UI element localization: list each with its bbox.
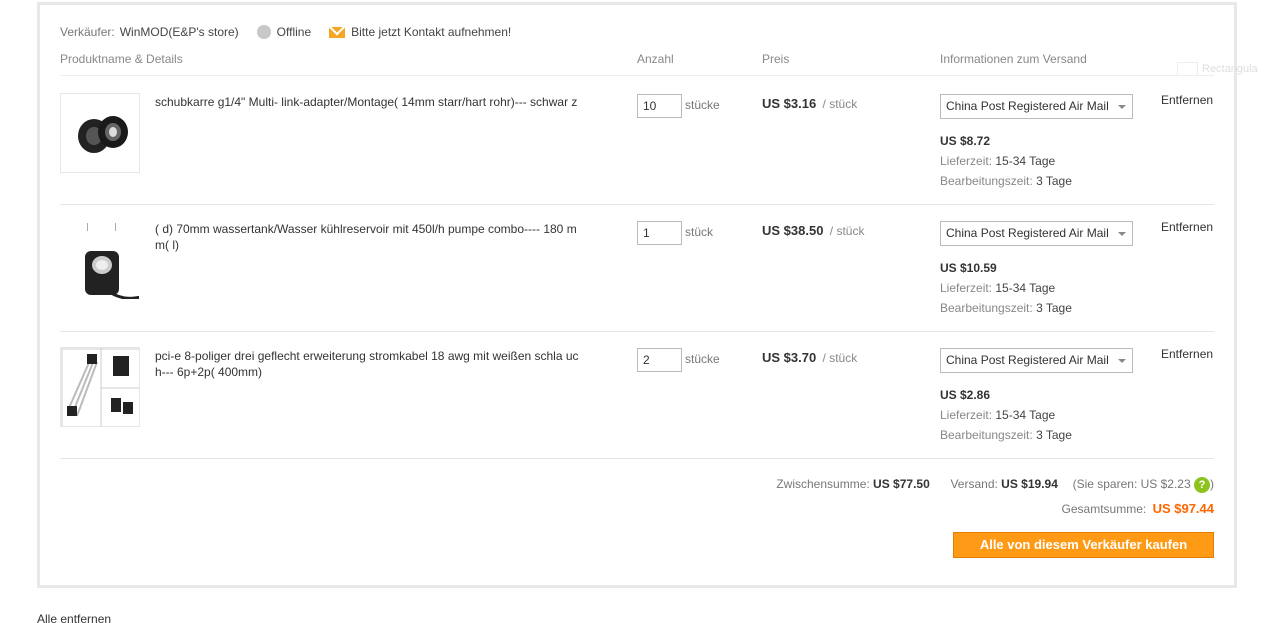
- processing-time-label: Bearbeitungszeit:: [940, 301, 1033, 315]
- price-per-unit: / stück: [822, 351, 858, 365]
- shipping-total-value: US $19.94: [1001, 477, 1058, 492]
- seller-name[interactable]: WinMOD(E&P's store): [120, 25, 239, 39]
- price-per-unit: / stück: [829, 224, 865, 238]
- processing-time-label: Bearbeitungszeit:: [940, 174, 1033, 188]
- quantity-input[interactable]: [637, 94, 682, 118]
- processing-time-value: 3 Tage: [1036, 428, 1072, 442]
- column-header-product: Produktname & Details: [60, 52, 183, 66]
- subtotal-value: US $77.50: [873, 477, 930, 492]
- remove-all-link[interactable]: Alle entfernen: [37, 612, 111, 623]
- column-header-price: Preis: [762, 52, 790, 66]
- delivery-time: Lieferzeit: 15-34 Tage: [940, 281, 1055, 295]
- cart-item-row: pci-e 8-poliger drei geflecht erweiterun…: [60, 332, 1214, 459]
- seller-cart-panel: Verkäufer: WinMOD(E&P's store) Offline B…: [37, 2, 1237, 588]
- processing-time: Bearbeitungszeit: 3 Tage: [940, 301, 1072, 315]
- price-amount: US $3.70: [762, 350, 817, 365]
- grand-total: Gesamtsumme: US $97.44: [1062, 501, 1214, 516]
- processing-time: Bearbeitungszeit: 3 Tage: [940, 428, 1072, 442]
- seller-label: Verkäufer:: [60, 25, 115, 39]
- shipping-cost: US $2.86: [940, 388, 991, 402]
- mail-icon[interactable]: [329, 26, 346, 38]
- chevron-down-icon: [1118, 232, 1126, 236]
- ghost-rectangle-icon: [1177, 62, 1198, 76]
- shipping-method-select[interactable]: China Post Registered Air Mail: [940, 348, 1133, 373]
- ghost-rectangle-label: Rectangula: [1177, 62, 1258, 76]
- quantity-unit: stück: [685, 225, 714, 239]
- shipping-method-select[interactable]: China Post Registered Air Mail: [940, 221, 1133, 246]
- remove-item-link[interactable]: Entfernen: [1161, 347, 1213, 361]
- cart-item-row: schubkarre g1/4" Multi- link-adapter/Mon…: [60, 78, 1214, 205]
- help-icon[interactable]: ?: [1194, 477, 1210, 493]
- seller-cart-inner: Verkäufer: WinMOD(E&P's store) Offline B…: [60, 5, 1214, 585]
- offline-status-icon: [256, 25, 271, 39]
- processing-time-label: Bearbeitungszeit:: [940, 428, 1033, 442]
- delivery-time-value: 15-34 Tage: [995, 281, 1056, 295]
- cart-item-row: ( d) 70mm wassertank/Wasser kühlreservoi…: [60, 205, 1214, 332]
- product-thumbnail[interactable]: [60, 220, 140, 300]
- shipping-method-value: China Post Registered Air Mail: [946, 226, 1109, 240]
- shipping-cost: US $8.72: [940, 134, 991, 148]
- processing-time-value: 3 Tage: [1036, 301, 1072, 315]
- shipping-total-label: Versand:: [950, 477, 998, 492]
- price-amount: US $3.16: [762, 96, 817, 111]
- processing-time-value: 3 Tage: [1036, 174, 1072, 188]
- column-header-qty: Anzahl: [637, 52, 674, 66]
- product-thumbnail[interactable]: [60, 347, 140, 427]
- delivery-time-value: 15-34 Tage: [995, 154, 1056, 168]
- chevron-down-icon: [1118, 359, 1126, 363]
- delivery-time-label: Lieferzeit:: [940, 154, 993, 168]
- order-summary: Zwischensumme: US $77.50 Versand: US $19…: [776, 477, 1214, 493]
- delivery-time: Lieferzeit: 15-34 Tage: [940, 154, 1055, 168]
- shipping-method-select[interactable]: China Post Registered Air Mail: [940, 94, 1133, 119]
- cable-image-icon: [61, 348, 139, 426]
- column-header-shipping: Informationen zum Versand: [940, 52, 1087, 66]
- delivery-time-label: Lieferzeit:: [940, 408, 993, 422]
- fitting-image-icon: [61, 94, 139, 172]
- remove-item-link[interactable]: Entfernen: [1161, 220, 1213, 234]
- quantity-input[interactable]: [637, 221, 682, 245]
- shipping-method-value: China Post Registered Air Mail: [946, 353, 1109, 367]
- delivery-time-label: Lieferzeit:: [940, 281, 993, 295]
- seller-info: Verkäufer: WinMOD(E&P's store) Offline B…: [60, 24, 511, 40]
- quantity-input[interactable]: [637, 348, 682, 372]
- savings-text: (Sie sparen: US $2.23: [1072, 477, 1191, 492]
- product-name-link[interactable]: schubkarre g1/4" Multi- link-adapter/Mon…: [155, 94, 580, 110]
- quantity-unit: stücke: [685, 98, 720, 112]
- grand-total-value: US $97.44: [1152, 501, 1214, 516]
- contact-seller-link[interactable]: Bitte jetzt Kontakt aufnehmen!: [351, 25, 511, 39]
- delivery-time-value: 15-34 Tage: [995, 408, 1056, 422]
- savings-close: ): [1210, 477, 1214, 492]
- reservoir-image-icon: [61, 221, 139, 299]
- unit-price: US $3.70 / stück: [762, 350, 857, 365]
- seller-status: Offline: [276, 25, 312, 39]
- unit-price: US $3.16 / stück: [762, 96, 857, 111]
- price-amount: US $38.50: [762, 223, 824, 238]
- product-name-link[interactable]: ( d) 70mm wassertank/Wasser kühlreservoi…: [155, 221, 580, 253]
- processing-time: Bearbeitungszeit: 3 Tage: [940, 174, 1072, 188]
- product-thumbnail[interactable]: [60, 93, 140, 173]
- chevron-down-icon: [1118, 105, 1126, 109]
- grand-total-label: Gesamtsumme:: [1061, 502, 1147, 516]
- product-name-link[interactable]: pci-e 8-poliger drei geflecht erweiterun…: [155, 348, 580, 380]
- subtotal-label: Zwischensumme:: [776, 477, 870, 492]
- price-per-unit: / stück: [822, 97, 858, 111]
- unit-price: US $38.50 / stück: [762, 223, 864, 238]
- ghost-rectangle-text: Rectangula: [1202, 62, 1258, 75]
- remove-item-link[interactable]: Entfernen: [1161, 93, 1213, 107]
- shipping-method-value: China Post Registered Air Mail: [946, 99, 1109, 113]
- shipping-cost: US $10.59: [940, 261, 997, 275]
- header-divider: [60, 75, 1214, 76]
- quantity-unit: stücke: [685, 352, 720, 366]
- buy-all-from-seller-button[interactable]: Alle von diesem Verkäufer kaufen: [953, 532, 1214, 558]
- delivery-time: Lieferzeit: 15-34 Tage: [940, 408, 1055, 422]
